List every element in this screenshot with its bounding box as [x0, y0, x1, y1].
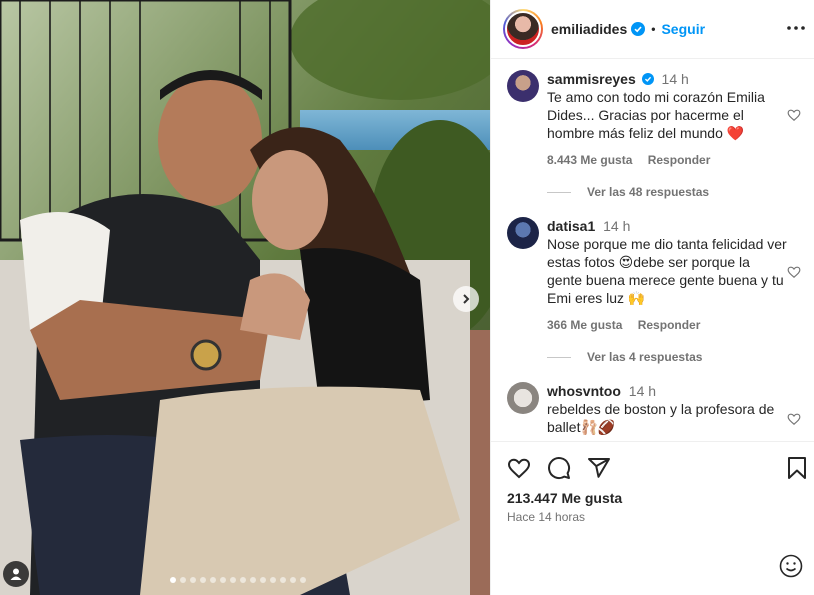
header-separator: •: [651, 22, 656, 36]
view-replies-label: Ver las 48 respuestas: [587, 185, 710, 199]
user-tag-icon: [10, 568, 22, 580]
comment-item: whosvntoo 14 h rebeldes de boston y la p…: [507, 382, 807, 441]
comment-time[interactable]: 14 h: [662, 71, 689, 87]
comment-item: datisa1 14 h Nose porque me dio tanta fe…: [507, 217, 807, 332]
post-header: emiliadides • Seguir: [491, 0, 814, 59]
post-actions: 213.447 Me gusta Hace 14 horas: [491, 441, 814, 595]
carousel-dot: [190, 577, 196, 583]
carousel-dot: [170, 577, 176, 583]
emoji-icon: [779, 554, 803, 578]
carousel-dot: [200, 577, 206, 583]
likes-count[interactable]: 213.447 Me gusta: [507, 490, 622, 506]
view-replies-button[interactable]: Ver las 48 respuestas: [547, 185, 709, 199]
comment-time[interactable]: 14 h: [603, 218, 630, 234]
heart-icon[interactable]: [787, 108, 801, 122]
comment-text: Nose porque me dio tanta felicidad ver e…: [547, 236, 787, 306]
carousel-dot: [280, 577, 286, 583]
post-time[interactable]: Hace 14 horas: [507, 510, 585, 524]
commenter-avatar[interactable]: [507, 382, 539, 414]
comment-item: sammisreyes 14 h Te amo con todo mi cora…: [507, 70, 807, 180]
reply-button[interactable]: Responder: [638, 318, 701, 332]
emoji-button[interactable]: [779, 554, 803, 583]
carousel-dot: [230, 577, 236, 583]
follow-button[interactable]: Seguir: [661, 21, 705, 37]
carousel-dot: [270, 577, 276, 583]
carousel-next-button[interactable]: [453, 286, 479, 312]
carousel-dot: [250, 577, 256, 583]
heart-icon: [507, 458, 531, 479]
carousel-dot: [290, 577, 296, 583]
author-avatar[interactable]: [503, 9, 543, 49]
comment-text: rebeldes de boston y la profesora de bal…: [547, 401, 775, 435]
commenter-avatar[interactable]: [507, 70, 539, 102]
carousel-dot: [260, 577, 266, 583]
comment-time[interactable]: 14 h: [629, 383, 656, 399]
view-replies-button[interactable]: Ver las 4 respuestas: [547, 350, 702, 364]
like-button[interactable]: [507, 456, 531, 485]
post-side-panel: emiliadides • Seguir sammisreyes 14 h Te…: [490, 0, 814, 595]
send-icon: [588, 458, 610, 478]
carousel-dot: [300, 577, 306, 583]
heart-icon[interactable]: [787, 412, 801, 426]
carousel-dot: [180, 577, 186, 583]
comment-username[interactable]: datisa1: [547, 218, 595, 234]
user-tags-button[interactable]: [3, 561, 29, 587]
share-button[interactable]: [587, 456, 611, 485]
comment-username[interactable]: sammisreyes: [547, 71, 636, 87]
comment-text: Te amo con todo mi corazón Emilia Dides.…: [547, 89, 765, 141]
heart-icon[interactable]: [787, 265, 801, 279]
more-icon[interactable]: [786, 18, 806, 38]
author-username[interactable]: emiliadides: [551, 21, 627, 37]
carousel-dot: [220, 577, 226, 583]
comment-likes[interactable]: 366 Me gusta: [547, 318, 622, 332]
verified-badge-icon: [631, 22, 646, 36]
view-replies-label: Ver las 4 respuestas: [587, 350, 703, 364]
save-button[interactable]: [785, 456, 809, 485]
comment-button[interactable]: [547, 456, 571, 485]
carousel-indicator: [170, 577, 306, 583]
bookmark-icon: [788, 457, 806, 479]
commenter-avatar[interactable]: [507, 217, 539, 249]
comments-list[interactable]: sammisreyes 14 h Te amo con todo mi cora…: [491, 60, 814, 441]
comment-likes[interactable]: 8.443 Me gusta: [547, 153, 632, 167]
chevron-right-icon: [463, 294, 470, 304]
comment-username[interactable]: whosvntoo: [547, 383, 621, 399]
carousel-dot: [240, 577, 246, 583]
post-photo: [0, 0, 490, 595]
carousel-dot: [210, 577, 216, 583]
verified-badge-icon: [641, 73, 654, 85]
comment-icon: [548, 457, 571, 480]
photo-illustration: [0, 0, 490, 595]
reply-button[interactable]: Responder: [648, 153, 711, 167]
